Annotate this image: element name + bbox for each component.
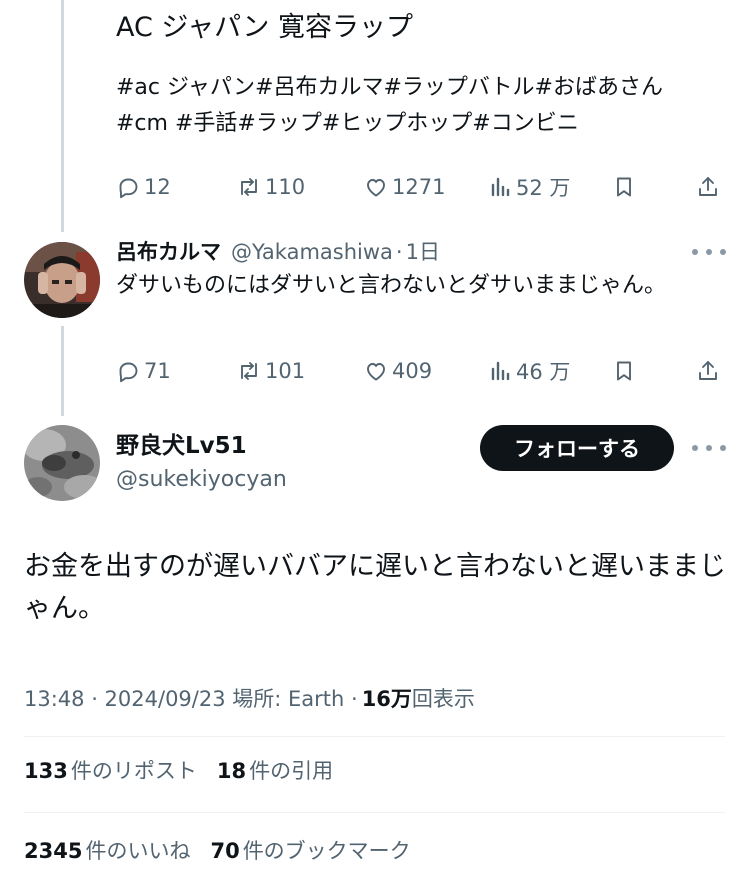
engagement-row: 133 件のリポスト 18 件の引用 — [24, 756, 333, 786]
reposts-label[interactable]: 件のリポスト — [71, 756, 197, 786]
like-button[interactable]: 409 — [364, 354, 432, 388]
thread-line-top — [61, 0, 64, 232]
views-total: 16万 — [361, 687, 412, 711]
reply-action-bar: 71 101 409 46 万 — [116, 354, 725, 388]
reply-header: 呂布カルマ @Yakamashiwa · 1日 — [116, 236, 440, 268]
quotes-total[interactable]: 18 — [217, 756, 246, 786]
repost-button[interactable]: 110 — [237, 170, 305, 204]
post-timestamp[interactable]: 13:48 · 2024/09/23 場所: Earth · — [24, 684, 358, 714]
bookmarks-label[interactable]: 件のブックマーク — [243, 836, 411, 866]
views-icon — [491, 177, 510, 197]
hashtag-line[interactable]: #cm #手話#ラップ#ヒップホップ#コンビニ — [116, 106, 716, 142]
post-text: お金を出すのが遅いババアに遅いと言わないと遅いままじゃん。 — [24, 551, 726, 624]
views-button[interactable]: 46 万 — [488, 354, 570, 388]
avatar[interactable] — [24, 242, 100, 318]
bookmark-button[interactable] — [612, 354, 636, 388]
reply-count: 12 — [144, 175, 171, 199]
reply-button[interactable]: 71 — [116, 354, 171, 388]
like-count: 409 — [392, 359, 433, 383]
repost-count: 110 — [265, 175, 306, 199]
author-name[interactable]: 野良犬Lv51 — [116, 430, 247, 462]
engagement-row: 2345 件のいいね 70 件のブックマーク — [24, 836, 411, 866]
avatar-photo — [24, 425, 100, 501]
bookmark-button[interactable] — [612, 170, 636, 204]
like-icon — [367, 363, 385, 381]
share-icon — [699, 361, 717, 380]
author-handle[interactable]: @sukekiyocyan — [116, 464, 287, 496]
repost-button[interactable]: 101 — [237, 354, 305, 388]
post-title: AC ジャパン 寛容ラップ — [116, 12, 414, 43]
separator-dot: · — [395, 240, 403, 264]
views-button[interactable]: 52 万 — [488, 170, 570, 204]
divider — [24, 812, 725, 813]
bookmark-icon — [617, 177, 631, 197]
post-meta: 13:48 · 2024/09/23 場所: Earth · 16万 回表示 — [24, 684, 475, 714]
views-icon — [491, 361, 510, 381]
share-button[interactable] — [696, 354, 720, 388]
divider — [24, 736, 725, 737]
hashtag-list: #ac ジャパン#呂布カルマ#ラップバトル#おばあさん #cm #手話#ラップ#… — [116, 70, 716, 142]
reply-icon — [119, 362, 138, 383]
bookmark-icon — [617, 361, 631, 381]
reply-author-handle[interactable]: @Yakamashiwa — [231, 236, 393, 268]
reply-button[interactable]: 12 — [116, 170, 171, 204]
share-icon — [699, 177, 717, 196]
reposts-total[interactable]: 133 — [24, 756, 68, 786]
reply-text: ダサいものにはダサいと言わないとダサいままじゃん。 — [116, 273, 667, 298]
share-button[interactable] — [696, 170, 720, 204]
reply-time[interactable]: 1日 — [406, 236, 440, 268]
views-count: 46 万 — [516, 360, 571, 384]
follow-button[interactable]: フォローする — [480, 425, 674, 471]
post-action-bar: 12 110 1271 52 万 — [116, 170, 725, 204]
hashtag-line[interactable]: #ac ジャパン#呂布カルマ#ラップバトル#おばあさん — [116, 70, 716, 106]
more-icon[interactable] — [692, 245, 726, 259]
like-icon — [367, 179, 385, 197]
repost-count: 101 — [265, 359, 306, 383]
more-icon[interactable] — [692, 441, 726, 455]
avatar[interactable] — [24, 425, 100, 501]
likes-label[interactable]: 件のいいね — [85, 836, 190, 866]
likes-total[interactable]: 2345 — [24, 836, 82, 866]
bookmarks-total[interactable]: 70 — [210, 836, 239, 866]
avatar-photo — [24, 242, 100, 318]
views-label: 回表示 — [411, 687, 475, 711]
quotes-label[interactable]: 件の引用 — [249, 756, 333, 786]
repost-icon — [241, 362, 257, 380]
like-button[interactable]: 1271 — [364, 170, 445, 204]
reply-count: 71 — [144, 359, 171, 383]
reply-icon — [119, 178, 138, 199]
like-count: 1271 — [392, 175, 446, 199]
repost-icon — [241, 178, 257, 196]
views-count: 52 万 — [516, 176, 571, 200]
thread-line-bottom — [61, 326, 64, 416]
reply-author-name[interactable]: 呂布カルマ — [116, 236, 221, 268]
